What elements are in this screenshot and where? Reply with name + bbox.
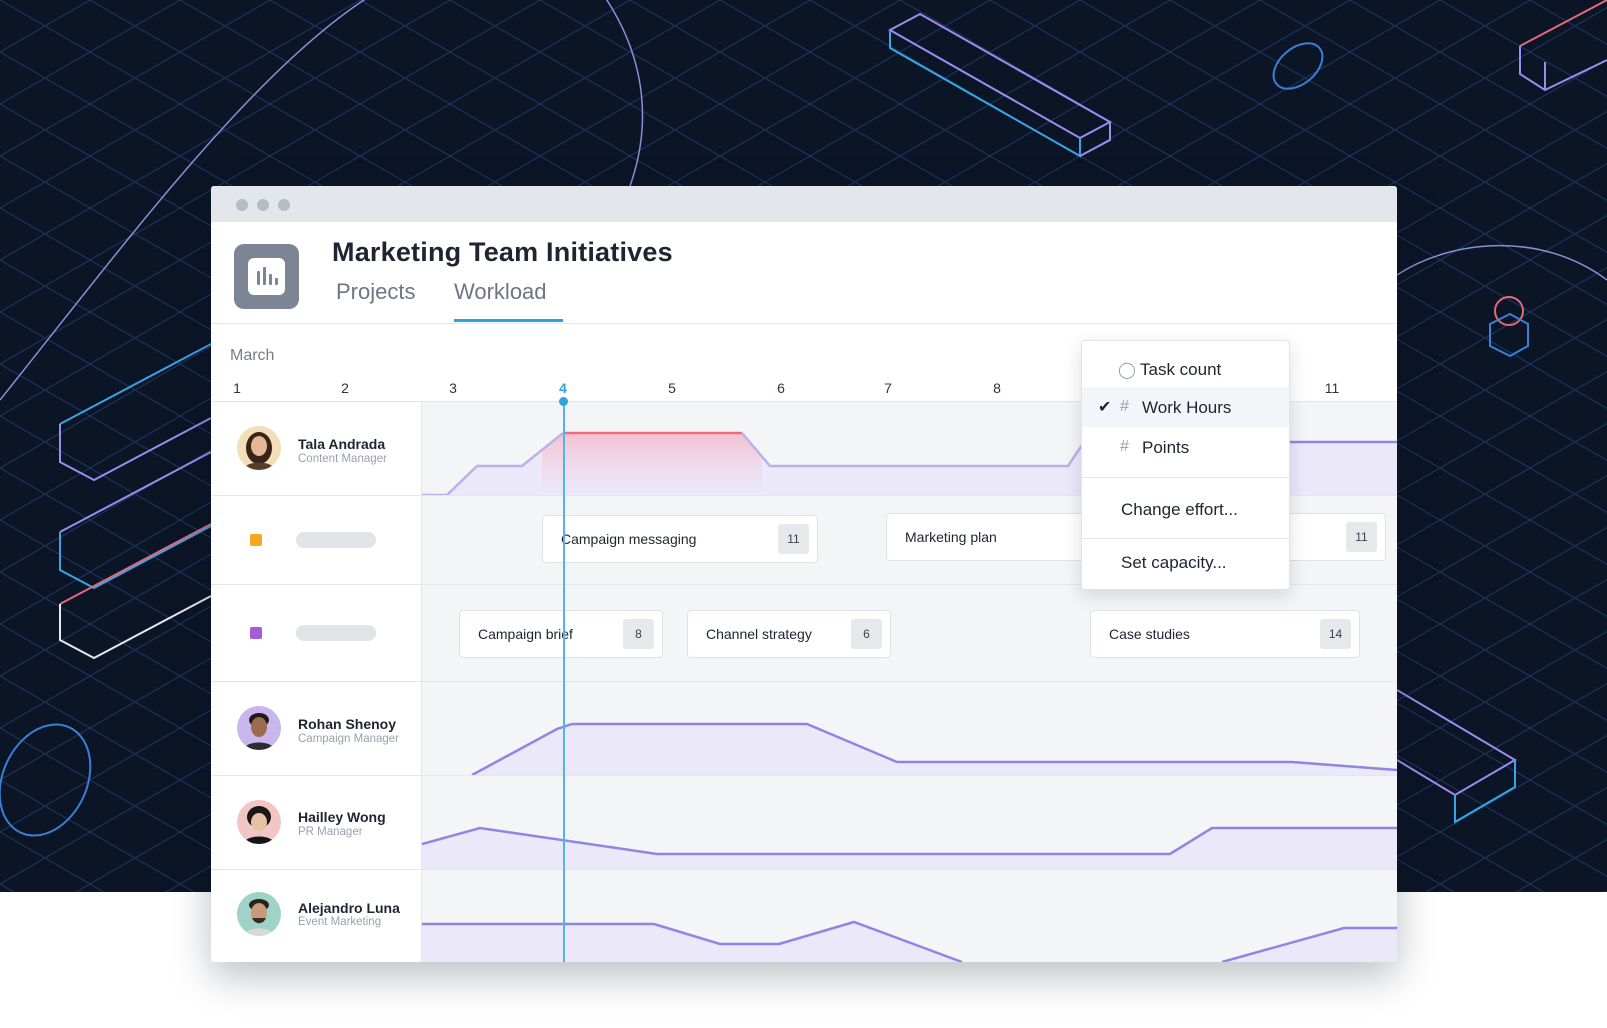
hash-icon: # <box>1120 398 1129 415</box>
person-info: Alejandro Luna Event Marketing <box>211 870 422 962</box>
project-row[interactable]: Campaign brief 8 Channel strategy 6 Case… <box>211 585 1397 682</box>
month-label: March <box>230 347 275 364</box>
menu-item-set-capacity[interactable]: Set capacity... <box>1082 542 1289 582</box>
person-name: Hailley Wong <box>298 809 386 825</box>
today-marker-dot <box>559 397 568 406</box>
menu-item-label: Points <box>1142 438 1190 457</box>
menu-item-label: Change effort... <box>1121 500 1238 519</box>
task-name: Campaign brief <box>478 626 573 642</box>
menu-item-task-count[interactable]: ◯ Task count <box>1082 349 1289 389</box>
tab-workload[interactable]: Workload <box>454 279 547 305</box>
person-row[interactable]: Rohan Shenoy Campaign Manager <box>211 682 1397 776</box>
person-row[interactable]: Hailley Wong PR Manager <box>211 776 1397 870</box>
window-titlebar <box>211 186 1397 222</box>
window-maximize-button[interactable] <box>278 199 290 211</box>
day-label: 7 <box>884 380 892 396</box>
day-label: 1 <box>233 380 241 396</box>
window-close-button[interactable] <box>236 199 248 211</box>
task-card[interactable]: Case studies 14 <box>1090 610 1360 658</box>
project-color-swatch <box>250 627 262 639</box>
task-effort-badge: 11 <box>1346 522 1377 552</box>
avatar[interactable] <box>237 800 281 844</box>
bar-chart-icon <box>234 244 299 309</box>
checkmark-icon: ✔ <box>1098 399 1112 416</box>
menu-divider <box>1082 477 1289 478</box>
check-circle-icon: ◯ <box>1118 362 1136 379</box>
day-label: 6 <box>777 380 785 396</box>
menu-item-label: Task count <box>1140 360 1222 379</box>
menu-item-work-hours[interactable]: ✔ # Work Hours <box>1082 387 1289 427</box>
header-divider <box>211 323 1397 324</box>
day-label-today: 4 <box>559 380 567 396</box>
task-name: Campaign messaging <box>561 531 697 547</box>
app-window: Marketing Team Initiatives Projects Work… <box>211 186 1397 962</box>
menu-item-label: Work Hours <box>1142 398 1232 417</box>
window-minimize-button[interactable] <box>257 199 269 211</box>
person-name: Rohan Shenoy <box>298 716 397 732</box>
project-info <box>211 585 422 681</box>
task-effort-badge: 6 <box>851 619 882 649</box>
page-title: Marketing Team Initiatives <box>332 237 673 267</box>
active-tab-indicator <box>454 319 563 322</box>
person-role: Event Marketing <box>298 916 382 928</box>
menu-item-change-effort[interactable]: Change effort... <box>1082 489 1289 529</box>
effort-type-menu: ◯ Task count ✔ # Work Hours # Points Cha… <box>1081 340 1290 590</box>
menu-item-points[interactable]: # Points <box>1082 427 1289 467</box>
menu-divider <box>1082 538 1289 539</box>
avatar[interactable] <box>237 892 281 936</box>
day-label: 8 <box>993 380 1001 396</box>
task-effort-badge: 8 <box>623 619 654 649</box>
project-name-placeholder <box>296 625 376 641</box>
person-info: Tala Andrada Content Manager <box>211 402 422 495</box>
today-marker-line <box>563 401 565 962</box>
person-role: Content Manager <box>298 453 387 465</box>
project-color-swatch <box>250 534 262 546</box>
workload-chart <box>422 870 1397 962</box>
person-name: Tala Andrada <box>298 436 386 452</box>
day-label: 3 <box>449 380 457 396</box>
task-name: Case studies <box>1109 626 1190 642</box>
day-label: 11 <box>1324 380 1340 396</box>
task-card[interactable]: Campaign messaging 11 <box>542 515 818 563</box>
person-name: Alejandro Luna <box>298 900 400 916</box>
avatar[interactable] <box>237 426 281 470</box>
day-label: 2 <box>341 380 349 396</box>
workload-chart <box>422 776 1397 869</box>
person-info: Hailley Wong PR Manager <box>211 776 422 869</box>
avatar[interactable] <box>237 706 281 750</box>
task-card[interactable]: Channel strategy 6 <box>687 610 891 658</box>
project-name-placeholder <box>296 532 376 548</box>
person-info: Rohan Shenoy Campaign Manager <box>211 682 422 775</box>
task-name: Marketing plan <box>905 529 997 545</box>
person-role: PR Manager <box>298 826 363 838</box>
project-info <box>211 496 422 584</box>
person-row[interactable]: Alejandro Luna Event Marketing <box>211 870 1397 962</box>
workload-chart <box>422 682 1397 775</box>
hash-icon: # <box>1120 438 1129 455</box>
day-label: 5 <box>668 380 676 396</box>
person-role: Campaign Manager <box>298 733 400 745</box>
tab-projects[interactable]: Projects <box>336 279 415 305</box>
task-lane: Campaign brief 8 Channel strategy 6 Case… <box>422 585 1397 681</box>
menu-item-label: Set capacity... <box>1121 553 1227 572</box>
task-effort-badge: 11 <box>778 524 809 554</box>
task-name: Channel strategy <box>706 626 812 642</box>
task-card[interactable]: Campaign brief 8 <box>459 610 663 658</box>
task-effort-badge: 14 <box>1320 619 1351 649</box>
